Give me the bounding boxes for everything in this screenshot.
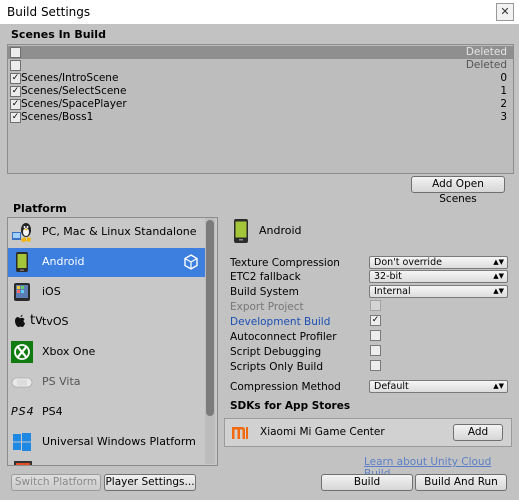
platform-label: Universal Windows Platform: [42, 435, 196, 448]
sdk-name: Xiaomi Mi Game Center: [260, 426, 385, 438]
scenes-list[interactable]: Deleted Deleted ✓ Scenes/IntroScene 0 ✓ …: [7, 44, 514, 174]
scene-index: 1: [500, 85, 507, 97]
build-system-dropdown[interactable]: Internal ▲▼: [369, 285, 508, 298]
development-build-checkbox[interactable]: ✓: [370, 315, 381, 326]
scene-row[interactable]: ✓ Scenes/SelectScene 1: [8, 85, 513, 98]
compression-method-label: Compression Method: [230, 381, 341, 393]
sdk-header: SDKs for App Stores: [230, 400, 351, 412]
scene-row[interactable]: ✓ Scenes/SpacePlayer 2: [8, 98, 513, 111]
platform-label: Xbox One: [42, 345, 96, 358]
autoconnect-profiler-label: Autoconnect Profiler: [230, 331, 337, 343]
scripts-only-build-label: Scripts Only Build: [230, 361, 324, 373]
scene-checkbox[interactable]: ✓: [10, 86, 21, 97]
scene-index: Deleted: [465, 59, 507, 71]
scene-index: 0: [500, 72, 507, 84]
html5-icon: [14, 461, 32, 465]
texture-compression-label: Texture Compression: [230, 257, 340, 269]
scene-name: Scenes/SelectScene: [21, 85, 127, 97]
ps-vita-icon: [11, 377, 33, 388]
scene-row[interactable]: Deleted: [8, 59, 513, 72]
xbox-icon: [11, 341, 33, 363]
scene-name: Scenes/IntroScene: [21, 72, 119, 84]
platform-item-xbox-one[interactable]: Xbox One: [8, 338, 205, 367]
scene-row[interactable]: ✓ Scenes/Boss1 3: [8, 111, 513, 124]
windows-icon: [13, 433, 31, 451]
platform-item-ps4[interactable]: PS4 PS4: [8, 398, 205, 427]
scenes-in-build-header: Scenes In Build: [11, 28, 106, 41]
dropdown-arrow-icon: ▲▼: [493, 258, 504, 266]
sdk-item-xiaomi: Xiaomi Mi Game Center Add: [224, 418, 512, 447]
scene-row[interactable]: Deleted: [8, 46, 513, 59]
dropdown-value: Don't override: [374, 257, 442, 268]
scene-index: 2: [500, 98, 507, 110]
scrollbar-thumb[interactable]: [206, 220, 214, 416]
player-settings-button[interactable]: Player Settings...: [104, 474, 196, 491]
platform-item-android[interactable]: Android: [8, 248, 205, 277]
scene-index: 3: [500, 111, 507, 123]
platform-item-webgl[interactable]: [8, 458, 205, 465]
switch-platform-button[interactable]: Switch Platform: [11, 474, 101, 491]
development-build-label: Development Build: [230, 316, 331, 328]
compression-method-dropdown[interactable]: Default ▲▼: [369, 380, 508, 393]
selected-platform-title: Android: [259, 224, 302, 237]
scene-checkbox[interactable]: ✓: [10, 73, 21, 84]
texture-compression-dropdown[interactable]: Don't override ▲▼: [369, 256, 508, 269]
platform-label: tvOS: [42, 315, 69, 328]
scene-row[interactable]: ✓ Scenes/IntroScene 0: [8, 72, 513, 85]
platform-scrollbar[interactable]: [205, 218, 215, 464]
unity-icon: [184, 254, 198, 270]
pc-standalone-icon: [12, 223, 31, 242]
tvos-logo-text: tv: [30, 313, 43, 328]
platform-header: Platform: [13, 202, 67, 215]
dropdown-arrow-icon: ▲▼: [493, 382, 504, 390]
android-device-icon: [234, 219, 248, 243]
platform-label: Android: [42, 255, 85, 268]
title-bar: Build Settings ✕: [0, 0, 519, 24]
android-icon: [16, 252, 28, 272]
platform-item-uwp[interactable]: Universal Windows Platform: [8, 428, 205, 457]
scene-checkbox[interactable]: [10, 47, 21, 58]
platform-item-tvos[interactable]: tv tvOS: [8, 308, 205, 337]
build-system-label: Build System: [230, 286, 299, 298]
scripts-only-build-checkbox[interactable]: [370, 360, 381, 371]
dropdown-value: Internal: [374, 286, 411, 297]
platform-label: PC, Mac & Linux Standalone: [42, 225, 197, 238]
xiaomi-icon: [232, 427, 248, 439]
platform-label: PS Vita: [42, 375, 81, 388]
ps4-icon: PS4: [11, 405, 35, 418]
build-button[interactable]: Build: [321, 474, 413, 491]
platform-list[interactable]: PC, Mac & Linux Standalone Android iOS t…: [7, 217, 218, 466]
scene-name: Scenes/SpacePlayer: [21, 98, 127, 110]
scene-name: Scenes/Boss1: [21, 111, 94, 123]
platform-item-pc-standalone[interactable]: PC, Mac & Linux Standalone: [8, 218, 205, 247]
etc2-fallback-label: ETC2 fallback: [230, 271, 301, 283]
add-sdk-button[interactable]: Add: [453, 424, 503, 441]
close-button[interactable]: ✕: [496, 3, 514, 21]
platform-label: iOS: [42, 285, 61, 298]
build-and-run-button[interactable]: Build And Run: [415, 474, 507, 491]
window-title: Build Settings: [7, 5, 91, 19]
export-project-checkbox: [370, 300, 381, 311]
dropdown-value: Default: [374, 381, 409, 392]
scene-checkbox[interactable]: ✓: [10, 99, 21, 110]
scene-checkbox[interactable]: ✓: [10, 112, 21, 123]
add-open-scenes-button[interactable]: Add Open Scenes: [411, 176, 505, 205]
dropdown-arrow-icon: ▲▼: [493, 287, 504, 295]
scene-checkbox[interactable]: [10, 60, 21, 71]
ios-icon: [14, 283, 30, 301]
export-project-label: Export Project: [230, 301, 304, 313]
dropdown-arrow-icon: ▲▼: [493, 272, 504, 280]
platform-item-ps-vita[interactable]: PS Vita: [8, 368, 205, 397]
platform-item-ios[interactable]: iOS: [8, 278, 205, 307]
autoconnect-profiler-checkbox[interactable]: [370, 330, 381, 341]
dropdown-value: 32-bit: [374, 271, 402, 282]
script-debugging-label: Script Debugging: [230, 346, 322, 358]
script-debugging-checkbox[interactable]: [370, 345, 381, 356]
etc2-fallback-dropdown[interactable]: 32-bit ▲▼: [369, 270, 508, 283]
platform-label: PS4: [42, 405, 63, 418]
scene-index: Deleted: [465, 46, 507, 58]
